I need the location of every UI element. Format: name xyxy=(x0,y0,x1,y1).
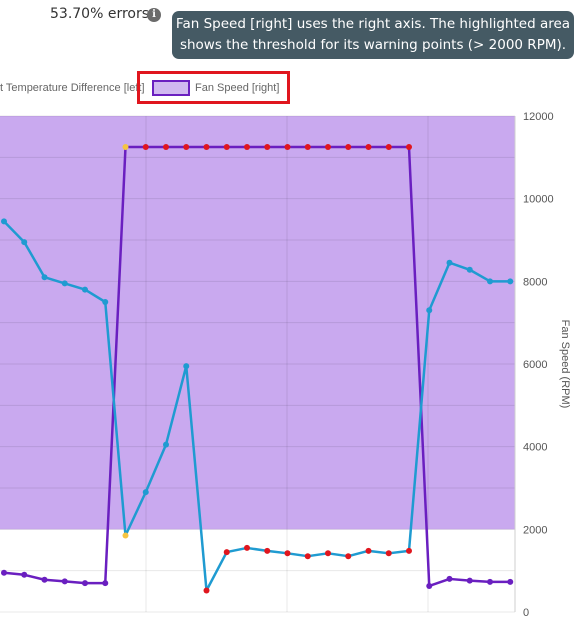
temp-diff-point xyxy=(163,441,169,448)
fan-speed-point xyxy=(21,571,28,578)
temp-diff-warning-point xyxy=(244,544,250,551)
fan-speed-highlight-point xyxy=(122,144,129,150)
temp-diff-warning-point xyxy=(223,549,230,556)
fan-speed-point xyxy=(426,582,433,589)
temp-diff-warning-point xyxy=(406,547,412,554)
fan-speed-warning-point xyxy=(223,144,230,150)
y2-tick-label: 12000 xyxy=(523,111,554,123)
fan-speed-point xyxy=(41,576,48,583)
temp-diff-point xyxy=(487,278,493,285)
y2-tick-label: 6000 xyxy=(523,359,547,371)
temp-diff-warning-point xyxy=(325,550,331,557)
fan-speed-warning-point xyxy=(264,144,271,150)
temp-diff-point xyxy=(507,278,514,285)
fan-speed-point xyxy=(82,580,88,587)
fan-speed-point xyxy=(507,578,514,585)
temp-diff-point xyxy=(183,363,190,370)
temp-diff-warning-point xyxy=(385,550,392,557)
temp-diff-point xyxy=(102,299,109,305)
fan-speed-warning-point xyxy=(365,144,372,150)
temp-diff-warning-point xyxy=(304,553,311,560)
y2-axis-title: Fan Speed (RPM) xyxy=(559,320,571,409)
temp-diff-warning-point xyxy=(365,547,372,554)
temp-diff-point xyxy=(466,266,473,273)
fan-speed-warning-point xyxy=(244,144,250,150)
temp-diff-warning-point xyxy=(284,550,291,557)
y2-tick-label: 0 xyxy=(523,607,529,618)
temp-diff-point xyxy=(82,286,88,293)
y2-tick-label: 10000 xyxy=(523,194,554,206)
fan-speed-point xyxy=(446,575,453,582)
temp-diff-warning-point xyxy=(345,553,352,560)
fan-speed-warning-point xyxy=(203,144,210,150)
temp-diff-point xyxy=(426,307,433,314)
temp-diff-point xyxy=(142,489,149,496)
temp-diff-warning-point xyxy=(203,587,210,594)
fan-speed-warning-point xyxy=(345,144,352,150)
fan-speed-point xyxy=(1,569,7,576)
temp-diff-point xyxy=(41,274,48,281)
fan-speed-warning-point xyxy=(304,144,311,150)
fan-speed-warning-point xyxy=(183,144,190,150)
fan-speed-point xyxy=(466,577,473,584)
fan-speed-warning-point xyxy=(325,144,331,150)
y2-tick-label: 8000 xyxy=(523,276,547,288)
temp-diff-point xyxy=(1,218,7,225)
fan-speed-warning-point xyxy=(406,144,412,150)
temp-diff-point xyxy=(61,280,68,287)
fan-speed-point xyxy=(102,580,109,587)
fan-speed-point xyxy=(487,578,493,585)
temp-diff-point xyxy=(21,239,28,246)
temp-diff-point xyxy=(446,259,453,266)
line-chart: 0 2000 4000 6000 8000 10000 12000 Fan Speed (RP… xyxy=(0,111,571,618)
fan-speed-warning-point xyxy=(163,144,169,150)
fan-speed-warning-point xyxy=(284,144,291,150)
y2-tick-label: 2000 xyxy=(523,524,547,536)
fan-speed-warning-point xyxy=(385,144,392,150)
fan-speed-point xyxy=(61,578,68,585)
y2-tick-label: 4000 xyxy=(523,442,547,454)
temp-diff-warning-point xyxy=(264,547,271,554)
temp-diff-highlight-point xyxy=(122,532,129,539)
fan-speed-warning-point xyxy=(142,144,149,150)
